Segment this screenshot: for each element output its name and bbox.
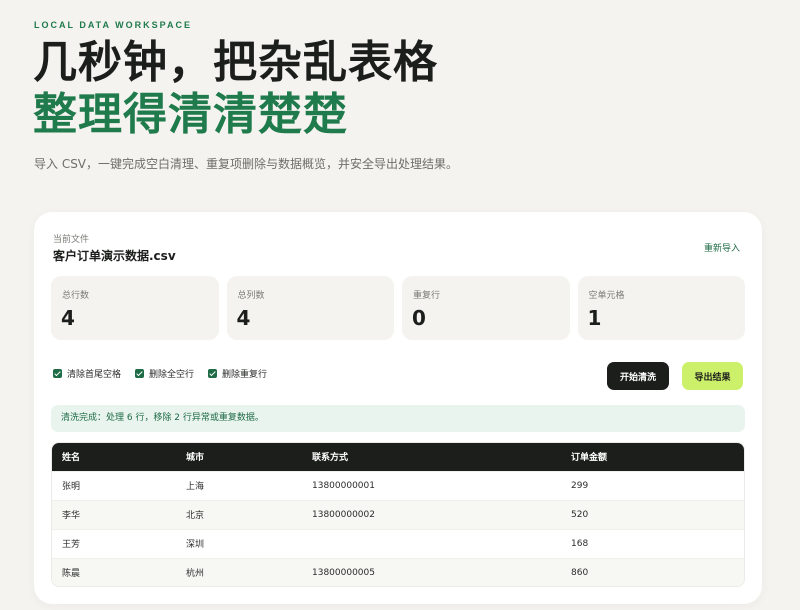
checkbox-checked-icon[interactable] [208, 369, 218, 378]
table-header-row: 姓名 城市 联系方式 订单金额 [52, 443, 744, 471]
stat-value: 4 [236, 306, 251, 330]
stat-duplicate-rows: 重复行 0 [402, 276, 570, 340]
table-row: 李华 北京 13800000002 520 [52, 499, 744, 529]
option-trim-whitespace[interactable]: 清除首尾空格 [53, 367, 121, 380]
cell-amount: 168 [561, 528, 744, 558]
checkbox-checked-icon[interactable] [53, 369, 62, 378]
cell-contact: 13800000001 [302, 470, 561, 500]
column-header-contact[interactable]: 联系方式 [302, 443, 561, 471]
stat-label: 重复行 [413, 291, 441, 301]
stat-label: 空单元格 [588, 291, 625, 301]
cell-amount: 299 [561, 470, 744, 500]
option-label: 删除重复行 [222, 370, 268, 380]
hero-title-line2: 整理得清清楚楚 [33, 89, 348, 140]
cell-name: 陈晨 [52, 557, 176, 586]
stat-value: 4 [61, 306, 75, 330]
cell-name: 张明 [52, 470, 176, 500]
cell-contact [302, 528, 561, 558]
column-header-amount[interactable]: 订单金额 [561, 443, 744, 471]
cell-amount: 860 [561, 557, 744, 586]
table-row: 张明 上海 13800000001 299 [52, 470, 744, 500]
status-message: 清洗完成：处理 6 行，移除 2 行异常或重复数据。 [51, 405, 745, 432]
reimport-link[interactable]: 重新导入 [704, 241, 740, 254]
export-results-button[interactable]: 导出结果 [682, 362, 743, 390]
cell-name: 王芳 [52, 528, 176, 558]
table-row: 陈晨 杭州 13800000005 860 [52, 557, 744, 586]
stat-empty-cells: 空单元格 1 [577, 276, 745, 340]
option-label: 清除首尾空格 [67, 370, 122, 380]
cell-amount: 520 [561, 499, 744, 529]
hero-subtitle: 导入 CSV，一键完成空白清理、重复项删除与数据概览，并安全导出处理结果。 [34, 157, 459, 171]
option-remove-duplicates[interactable]: 删除重复行 [208, 367, 267, 380]
eyebrow-label: LOCAL DATA WORKSPACE [34, 20, 192, 30]
workspace-card: 当前文件 客户订单演示数据.csv 重新导入 总行数 4 总列数 4 重复行 0… [34, 212, 762, 604]
stats-row: 总行数 4 总列数 4 重复行 0 空单元格 1 [51, 276, 745, 340]
stat-value: 0 [412, 306, 426, 330]
current-file-label: 当前文件 [53, 235, 90, 245]
option-label: 删除全空行 [149, 370, 195, 380]
stat-total-rows: 总行数 4 [51, 276, 219, 340]
stat-label: 总行数 [62, 291, 90, 301]
hero-title-line1: 几秒钟，把杂乱表格 [33, 37, 438, 88]
cleaning-options: 清除首尾空格 删除全空行 删除重复行 [53, 367, 267, 380]
column-header-city[interactable]: 城市 [176, 443, 302, 471]
column-header-name[interactable]: 姓名 [52, 443, 176, 471]
stat-label: 总列数 [237, 291, 265, 301]
cell-contact: 13800000005 [302, 557, 561, 586]
cell-name: 李华 [52, 499, 176, 529]
stat-value: 1 [587, 306, 602, 330]
stat-total-columns: 总列数 4 [226, 276, 394, 340]
checkbox-checked-icon[interactable] [135, 369, 145, 378]
cell-city: 深圳 [176, 528, 302, 558]
data-table: 姓名 城市 联系方式 订单金额 张明 上海 13800000001 299 李华… [51, 442, 745, 587]
option-remove-empty-rows[interactable]: 删除全空行 [135, 367, 194, 380]
current-file-name: 客户订单演示数据.csv [53, 249, 176, 263]
start-cleaning-button[interactable]: 开始清洗 [607, 362, 669, 390]
table-row: 王芳 深圳 168 [52, 528, 744, 558]
cell-contact: 13800000002 [302, 499, 561, 529]
cell-city: 杭州 [176, 557, 302, 586]
cell-city: 上海 [176, 470, 302, 500]
cell-city: 北京 [176, 499, 302, 529]
